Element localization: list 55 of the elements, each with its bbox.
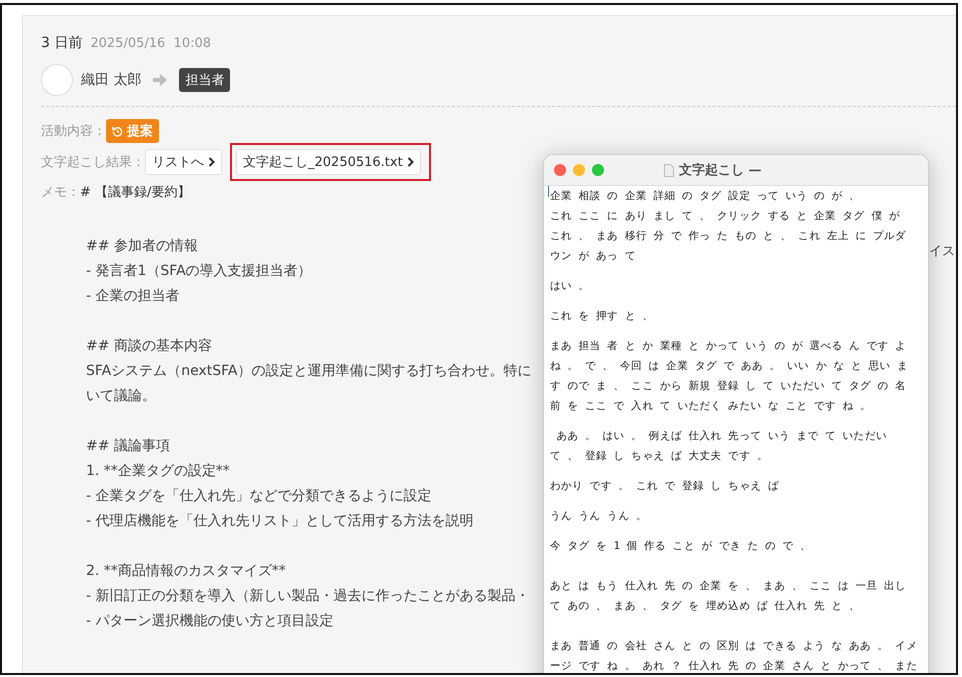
memo-heading: # 【議事録/要約】 <box>80 184 190 201</box>
memo-line: 1. **企業タグの設定** <box>86 462 230 481</box>
minimize-icon[interactable] <box>573 164 585 176</box>
user-name: 織田 太郎 <box>81 71 142 89</box>
memo-line: - 発言者1（SFAの導入支援担当者） <box>86 262 312 281</box>
memo-line: イス <box>929 243 955 260</box>
avatar-circle <box>41 64 73 96</box>
maximize-icon[interactable] <box>592 164 604 176</box>
transcript-line: 今 タグ を 1 個 作る こと が でき た の で 、 <box>550 539 812 554</box>
memo-line: 2. **商品情報のカスタマイズ** <box>86 562 286 581</box>
document-icon <box>664 164 674 176</box>
text-cursor <box>548 186 549 197</box>
transcript-line: これ を 押す と 、 <box>550 309 654 324</box>
window-title: 文字起こし — <box>679 162 762 179</box>
transcript-line: 企業 相談 の 企業 詳細 の タグ 設定 って いう の が 、 <box>550 189 862 204</box>
close-icon[interactable] <box>554 164 566 176</box>
memo-line: - 企業の担当者 <box>86 287 180 306</box>
transcript-line: て あの 、 まあ 、 タグ を 埋め込め ば 仕入れ 先 と 、 <box>550 599 862 614</box>
history-icon <box>112 126 123 136</box>
role-label: 担当者 <box>179 68 230 92</box>
memo-line: いて議論。 <box>86 387 156 406</box>
transcript-line: す ので ま 、 ここ から 新規 登録 し て いただい て タグ の 名 <box>550 379 908 394</box>
arrow-right-icon <box>153 74 168 86</box>
file-link[interactable]: 文字起こし_20250516.txt <box>236 149 421 175</box>
memo-line: - 企業タグを「仕入れ先」などで分類できるように設定 <box>86 487 432 506</box>
memo-line: ## 議論事項 <box>86 437 170 456</box>
memo-line: - 代理店機能を「仕入れ先リスト」として活用する方法を説明 <box>86 512 474 531</box>
transcript-line: まあ 普通 の 会社 さん と の 区別 は できる よう な ああ 。 イメ <box>550 639 918 654</box>
memo-line: - パターン選択機能の使い方と項目設定 <box>86 612 334 631</box>
timestamp: 2025/05/16 10:08 <box>90 36 212 50</box>
chevron-right-icon <box>406 157 414 167</box>
memo-line: - 新旧訂正の分類を導入（新しい製品・過去に作ったことがある製品・ <box>86 587 530 606</box>
transcript-line: ウン が あっ て <box>550 249 637 264</box>
transcript-line: ああ 。 はい 。 例えば 仕入れ 先って いう まで て いただい <box>555 429 888 444</box>
transcript-line: うん うん うん 。 <box>550 509 648 524</box>
activity-tag: 提案 <box>106 119 159 143</box>
file-link[interactable]: リストへ <box>145 149 222 175</box>
field-label: 活動内容： <box>41 123 106 140</box>
relative-time: 3 日前 <box>41 34 82 52</box>
memo-line: SFAシステム（nextSFA）の設定と運用準備に関する打ち合わせ。特に <box>86 362 532 381</box>
transcript-line: あと は もう 仕入れ 先 の 企業 を 、 まあ 、 ここ は 一旦 出し <box>550 579 908 594</box>
transcript-line: ね 。 で 、 今回 は 企業 タグ で ああ 。 いい か な と 思い ま <box>550 359 910 374</box>
memo-line: ## 参加者の情報 <box>86 237 198 256</box>
transcript-line: はい 。 <box>550 279 591 294</box>
transcript-line: これ 、 まあ 移行 分 で 作っ た もの と 、 これ 左上 に プルダ <box>550 229 908 244</box>
transcript-line: これ ここ に あり まし て 、 クリック する と 企業 タグ 僕 が <box>550 209 901 224</box>
chevron-right-icon <box>208 157 215 167</box>
transcript-line: 前 を ここ で 入れ て いただく みたい な こと です ね 。 <box>550 399 872 414</box>
memo-line: ## 商談の基本内容 <box>86 337 212 356</box>
field-label: 文字起こし結果： <box>41 154 145 171</box>
transcript-line: て 、 登録 し ちゃえ ば 大丈夫 です 。 <box>550 449 769 464</box>
transcript-line: ージ です ね 。 あれ ？ 仕入れ 先 の 企業 さん と かって 、 また <box>550 659 918 673</box>
transcript-line: まあ 担当 者 と か 業種 と かって いう の が 選べる ん です よ <box>550 339 908 354</box>
field-label: メモ： <box>41 184 80 201</box>
transcript-line: わかり です 。 これ で 登録 し ちゃえ ば <box>550 479 780 494</box>
